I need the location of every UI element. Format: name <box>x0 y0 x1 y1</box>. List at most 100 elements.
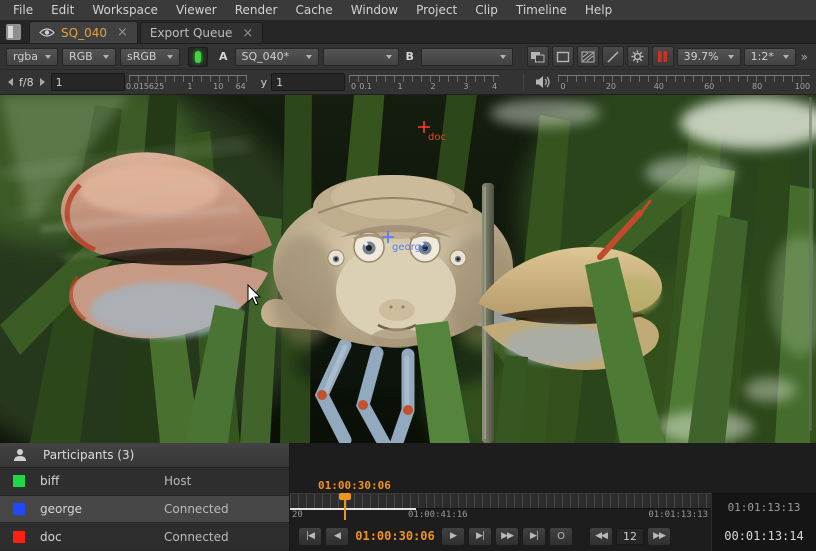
dropdown-caret-icon <box>500 55 506 59</box>
viewport-scrollbar[interactable] <box>809 97 812 431</box>
gamma-input[interactable] <box>271 73 345 91</box>
timeline-spacer <box>290 443 816 479</box>
volume-tick-label: 80 <box>752 82 762 91</box>
zoom-dropdown[interactable]: 39.7% <box>677 48 741 66</box>
pane-icon[interactable] <box>6 24 21 40</box>
step-forward-button[interactable]: ▶▶ <box>647 527 671 546</box>
participant-name: biff <box>40 474 164 488</box>
gain-slider-ticks <box>129 75 247 82</box>
gamma-slider[interactable]: 0 0.1 1 2 3 4 <box>349 72 499 92</box>
dropdown-caret-icon <box>783 55 789 59</box>
tab-bar: SQ_040 × Export Queue × <box>0 20 816 44</box>
crop-icon[interactable] <box>552 46 574 67</box>
speaker-icon[interactable] <box>535 75 552 89</box>
participant-row[interactable]: george Connected <box>0 496 289 524</box>
menu-edit[interactable]: Edit <box>42 1 83 19</box>
bottom-panel: Participants (3) biff Host george Connec… <box>0 443 816 551</box>
channels-dropdown[interactable]: rgba <box>6 48 58 66</box>
gain-input[interactable] <box>51 73 125 91</box>
gamma-slider-ticks <box>349 75 499 82</box>
toolbar-overflow-button[interactable]: » <box>799 50 810 64</box>
volume-tick-label: 0 <box>560 82 565 91</box>
menu-window[interactable]: Window <box>342 1 407 19</box>
go-to-end-button[interactable]: ▶| <box>522 527 546 546</box>
viewer-icon-cluster: 39.7% 1:2* » <box>527 46 810 67</box>
proxy-dropdown[interactable]: 1:2* <box>744 48 796 66</box>
go-to-start-button[interactable]: |◀ <box>298 527 322 546</box>
zoom-value: 39.7% <box>684 50 719 63</box>
tab-export-queue[interactable]: Export Queue × <box>140 22 263 43</box>
menu-timeline[interactable]: Timeline <box>507 1 576 19</box>
tab-viewer-sq040[interactable]: SQ_040 × <box>29 21 138 43</box>
menu-render[interactable]: Render <box>226 1 287 19</box>
gamma-tick-label: 2 <box>431 82 436 91</box>
next-edit-button[interactable]: ▶▶ <box>495 527 519 546</box>
gain-step-up-icon[interactable] <box>40 78 45 86</box>
marker-label: george <box>392 242 427 253</box>
audio-controls: 0 20 40 60 80 100 <box>518 72 810 92</box>
gain-slider[interactable]: 0.015625 1 10 64 <box>129 72 247 92</box>
gain-step-down-icon[interactable] <box>8 78 13 86</box>
close-icon[interactable]: × <box>242 27 253 40</box>
timeline-panel: 01:00:30:06 20 01:00:41:16 01:01:13:13 0… <box>290 443 816 551</box>
ruler-ticks[interactable] <box>290 493 711 509</box>
volume-tick-label: 60 <box>704 82 714 91</box>
participant-name: doc <box>40 530 164 544</box>
display-dropdown[interactable]: RGB <box>62 48 116 66</box>
participant-status: Host <box>164 474 191 488</box>
separator <box>523 73 524 91</box>
participant-status: Connected <box>164 530 229 544</box>
input-b-dropdown[interactable] <box>421 48 513 66</box>
viewer-viewport[interactable]: doc george <box>0 95 816 443</box>
current-timecode-field[interactable]: 01:00:30:06 <box>352 529 438 543</box>
menu-clip[interactable]: Clip <box>466 1 507 19</box>
play-backward-button[interactable]: ◀ <box>325 527 349 546</box>
tab-label: SQ_040 <box>61 26 107 40</box>
marker-label: doc <box>428 132 446 143</box>
participant-color-swatch <box>13 531 25 543</box>
playhead-timecode: 01:00:30:06 <box>290 479 816 493</box>
eye-icon <box>39 27 55 38</box>
participant-color-swatch <box>13 475 25 487</box>
dropdown-caret-icon <box>45 55 51 59</box>
playback-mode-button[interactable]: O <box>549 527 573 546</box>
menu-viewer[interactable]: Viewer <box>167 1 226 19</box>
menu-help[interactable]: Help <box>576 1 621 19</box>
participant-row[interactable]: doc Connected <box>0 523 289 551</box>
participant-color-swatch <box>13 503 25 515</box>
menu-cache[interactable]: Cache <box>286 1 341 19</box>
next-frame-button[interactable]: ▶| <box>468 527 492 546</box>
close-icon[interactable]: × <box>117 26 128 39</box>
menu-workspace[interactable]: Workspace <box>83 1 167 19</box>
fps-field[interactable]: 12 <box>616 528 644 545</box>
connection-led-button[interactable] <box>188 47 208 67</box>
volume-tick-label: 20 <box>606 82 616 91</box>
exposure-toolbar: f/8 0.015625 1 10 64 y 0 0.1 1 2 3 4 <box>0 70 816 95</box>
step-back-button[interactable]: ◀◀ <box>589 527 613 546</box>
participants-icon <box>13 448 27 462</box>
gain-tick-label: 64 <box>236 82 246 91</box>
transport-controls: |◀ ◀ 01:00:30:06 ▶ ▶| ▶▶ ▶| O ◀◀ 12 ▶▶ 0… <box>290 521 816 551</box>
colorspace-dropdown[interactable]: sRGB <box>120 48 180 66</box>
playhead-handle[interactable] <box>339 493 351 500</box>
menu-bar: File Edit Workspace Viewer Render Cache … <box>0 0 816 20</box>
compare-mode-icon[interactable] <box>602 46 624 67</box>
play-button[interactable]: ▶ <box>441 527 465 546</box>
timeline-ruler[interactable]: 20 01:00:41:16 01:01:13:13 <box>290 493 711 521</box>
pause-render-icon[interactable] <box>652 46 674 67</box>
input-a-dropdown[interactable]: SQ_040* <box>235 48 319 66</box>
menu-file[interactable]: File <box>4 1 42 19</box>
dropdown-caret-icon <box>306 55 312 59</box>
gear-icon[interactable] <box>627 46 649 67</box>
viewer-canvas[interactable]: doc george <box>0 95 816 443</box>
volume-slider[interactable]: 0 20 40 60 80 100 <box>558 72 810 92</box>
input-a-value: SQ_040* <box>242 50 290 63</box>
gain-label: f/8 <box>19 76 34 89</box>
gamma-tick-label: 3 <box>464 82 469 91</box>
volume-tick-label: 100 <box>795 82 810 91</box>
input-process-icon[interactable] <box>527 46 549 67</box>
wipe-icon[interactable] <box>577 46 599 67</box>
blend-mode-dropdown[interactable] <box>323 48 399 66</box>
menu-project[interactable]: Project <box>407 1 466 19</box>
participant-row[interactable]: biff Host <box>0 468 289 496</box>
